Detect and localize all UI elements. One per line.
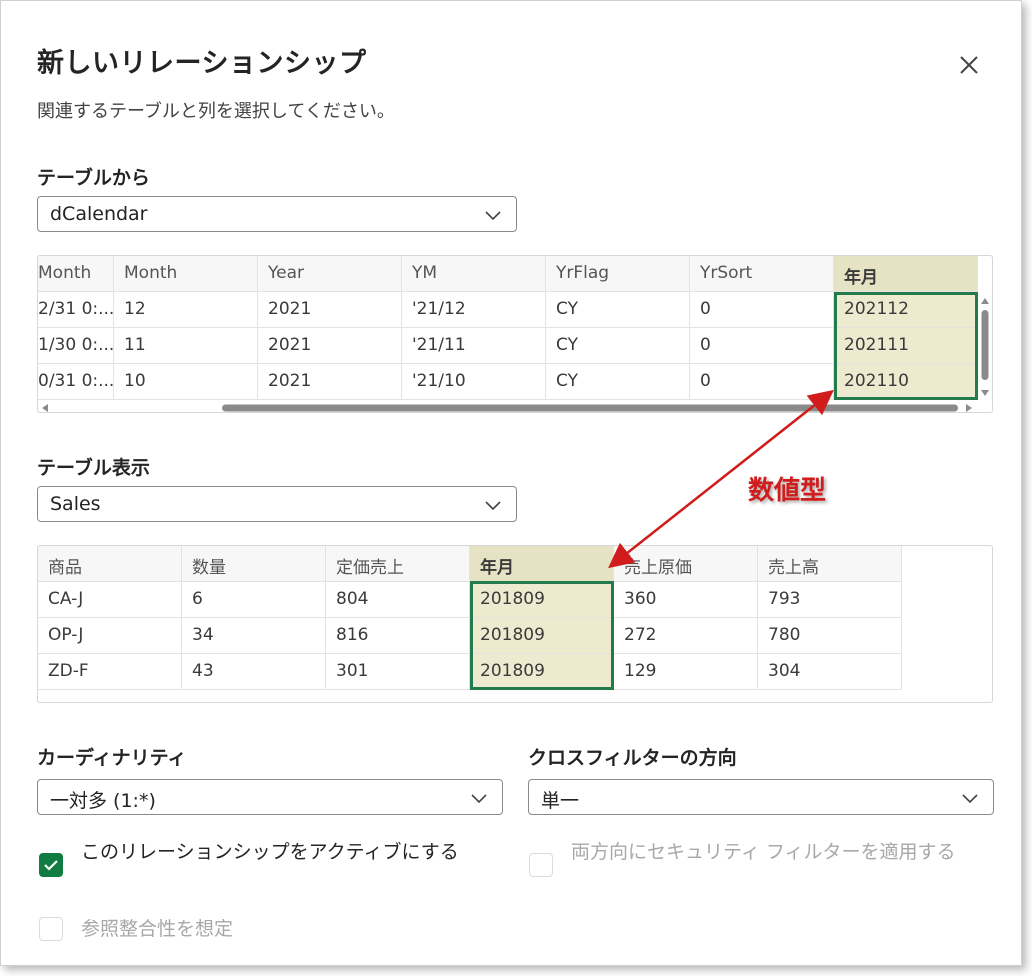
- table-cell[interactable]: 360: [614, 582, 758, 618]
- chevron-down-icon: [471, 794, 487, 804]
- table-cell[interactable]: CY: [546, 292, 690, 328]
- table-cell[interactable]: '21/12: [402, 292, 546, 328]
- to-table-select-value: Sales: [50, 493, 101, 515]
- cross-filter-select[interactable]: 単一: [528, 779, 994, 815]
- selected-column-outline: [470, 581, 614, 690]
- from-table-select[interactable]: dCalendar: [37, 196, 517, 232]
- table-cell[interactable]: 12: [114, 292, 258, 328]
- selected-column-header[interactable]: 年月: [470, 546, 614, 582]
- close-icon[interactable]: [953, 49, 985, 81]
- table-cell[interactable]: OP-J: [38, 618, 182, 654]
- from-table-select-value: dCalendar: [50, 203, 148, 225]
- table-cell[interactable]: CY: [546, 364, 690, 400]
- chevron-down-icon: [485, 211, 501, 221]
- dialog-title: 新しいリレーションシップ: [37, 48, 367, 79]
- table-cell[interactable]: 0: [690, 364, 834, 400]
- table-cell[interactable]: 272: [614, 618, 758, 654]
- column-header[interactable]: 数量: [182, 546, 326, 582]
- cross-filter-select-value: 単一: [541, 790, 580, 812]
- security-filter-checkbox[interactable]: [529, 853, 553, 877]
- column-header[interactable]: Month: [114, 256, 258, 292]
- vertical-scrollbar[interactable]: [978, 296, 992, 400]
- table-cell[interactable]: 10: [114, 364, 258, 400]
- table-cell[interactable]: 1/30 0:...: [38, 328, 114, 364]
- table-cell[interactable]: 804: [326, 582, 470, 618]
- table-cell[interactable]: 2021: [258, 328, 402, 364]
- table-cell[interactable]: 43: [182, 654, 326, 690]
- column-header[interactable]: 定価売上: [326, 546, 470, 582]
- table-cell[interactable]: 0: [690, 292, 834, 328]
- security-filter-label: 両方向にセキュリティ フィルターを適用する: [571, 841, 956, 863]
- column-header[interactable]: YrFlag: [546, 256, 690, 292]
- to-table-header-row: 商品 数量 定価売上 年月 売上原価 売上高: [38, 546, 902, 582]
- table-cell[interactable]: 2/31 0:...: [38, 292, 114, 328]
- table-cell[interactable]: 2021: [258, 364, 402, 400]
- cardinality-label: カーディナリティ: [37, 747, 187, 769]
- column-header[interactable]: Year: [258, 256, 402, 292]
- from-table-preview: Month Month Year YM YrFlag YrSort 年月 2/3…: [37, 255, 993, 413]
- from-table-label: テーブルから: [37, 167, 150, 189]
- cardinality-select-value: 一対多 (1:*): [50, 790, 156, 812]
- column-header[interactable]: 売上高: [758, 546, 902, 582]
- to-table-label: テーブル表示: [37, 457, 150, 479]
- active-checkbox[interactable]: [39, 853, 63, 877]
- selected-column-header[interactable]: 年月: [834, 256, 978, 292]
- column-header[interactable]: 商品: [38, 546, 182, 582]
- table-cell[interactable]: 301: [326, 654, 470, 690]
- chevron-down-icon: [485, 501, 501, 511]
- column-header[interactable]: YrSort: [690, 256, 834, 292]
- horizontal-scrollbar[interactable]: [38, 400, 978, 412]
- table-cell[interactable]: 34: [182, 618, 326, 654]
- table-cell[interactable]: '21/11: [402, 328, 546, 364]
- checkmark-icon: [44, 860, 58, 871]
- table-cell[interactable]: CA-J: [38, 582, 182, 618]
- column-header[interactable]: 売上原価: [614, 546, 758, 582]
- table-cell[interactable]: 0: [690, 328, 834, 364]
- table-cell[interactable]: 0/31 0:...: [38, 364, 114, 400]
- table-cell[interactable]: 816: [326, 618, 470, 654]
- dialog-subtitle: 関連するテーブルと列を選択してください。: [37, 101, 395, 122]
- selected-column-outline: [834, 292, 978, 400]
- active-checkbox-label: このリレーションシップをアクティブにする: [81, 841, 459, 863]
- cardinality-select[interactable]: 一対多 (1:*): [37, 779, 503, 815]
- referential-integrity-checkbox[interactable]: [39, 917, 63, 941]
- table-cell[interactable]: 129: [614, 654, 758, 690]
- new-relationship-dialog: 新しいリレーションシップ 関連するテーブルと列を選択してください。 テーブルから…: [0, 0, 1022, 966]
- chevron-down-icon: [962, 794, 978, 804]
- table-cell[interactable]: '21/10: [402, 364, 546, 400]
- table-cell[interactable]: 6: [182, 582, 326, 618]
- column-header[interactable]: Month: [38, 256, 114, 292]
- table-cell[interactable]: 780: [758, 618, 902, 654]
- table-cell[interactable]: 304: [758, 654, 902, 690]
- table-cell[interactable]: 793: [758, 582, 902, 618]
- cross-filter-label: クロスフィルターの方向: [528, 747, 737, 769]
- referential-integrity-label: 参照整合性を想定: [81, 918, 234, 940]
- column-header[interactable]: YM: [402, 256, 546, 292]
- data-type-annotation: 数値型: [748, 476, 827, 506]
- to-table-select[interactable]: Sales: [37, 486, 517, 522]
- from-table-header-row: Month Month Year YM YrFlag YrSort 年月: [38, 256, 978, 292]
- table-cell[interactable]: ZD-F: [38, 654, 182, 690]
- table-cell[interactable]: 2021: [258, 292, 402, 328]
- table-cell[interactable]: CY: [546, 328, 690, 364]
- table-cell[interactable]: 11: [114, 328, 258, 364]
- to-table-preview: 商品 数量 定価売上 年月 売上原価 売上高 CA-J 6 804 201809…: [37, 545, 993, 703]
